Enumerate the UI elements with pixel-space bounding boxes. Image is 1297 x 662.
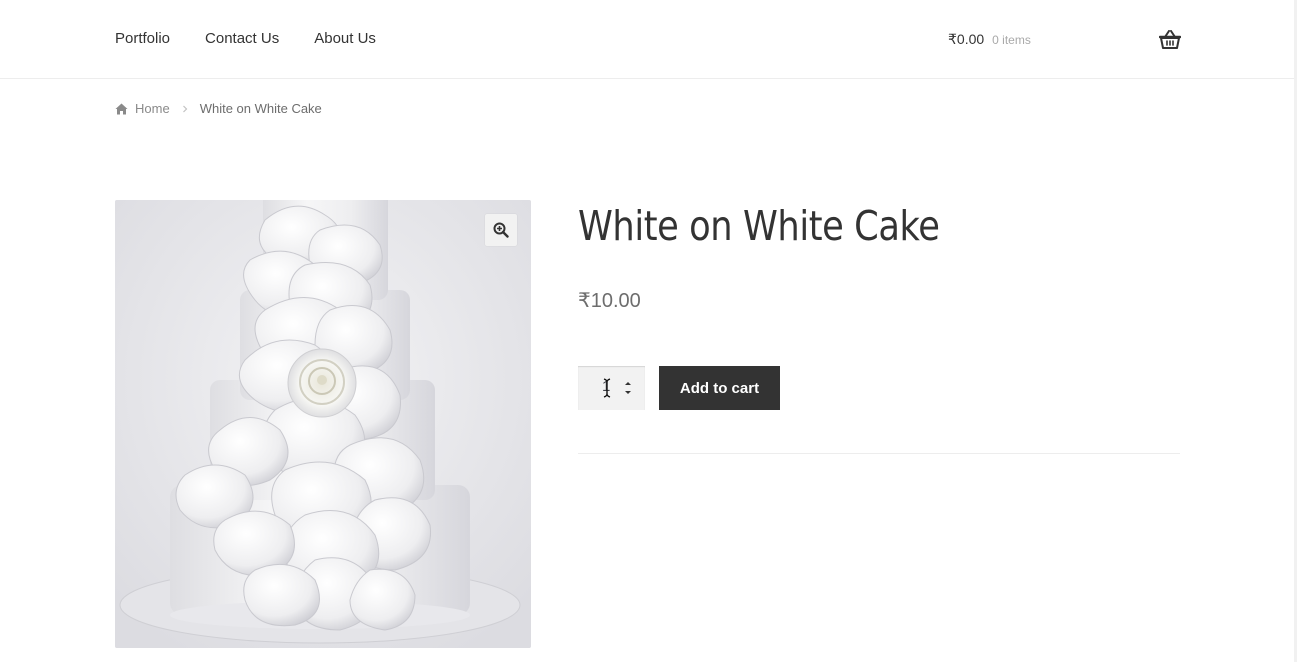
cart-item-count: 0 items [992, 33, 1031, 47]
breadcrumb: Home White on White Cake [115, 101, 322, 116]
product-title: White on White Cake [578, 202, 940, 250]
product-gallery[interactable] [115, 200, 531, 648]
site-header: Portfolio Contact Us About Us ₹0.00 0 it… [0, 0, 1297, 79]
breadcrumb-home-link[interactable]: Home [135, 101, 170, 116]
product-image[interactable] [115, 200, 531, 648]
nav-contact-us[interactable]: Contact Us [205, 30, 279, 47]
nav-about-us[interactable]: About Us [314, 30, 376, 47]
basket-icon[interactable] [1159, 30, 1181, 50]
cart-total: ₹0.00 [948, 31, 985, 47]
primary-navigation: Portfolio Contact Us About Us [115, 30, 376, 47]
chevron-right-icon [182, 105, 188, 112]
nav-portfolio[interactable]: Portfolio [115, 30, 170, 47]
quantity-stepper[interactable]: 1 [578, 366, 645, 410]
header-cart-link[interactable]: ₹0.00 0 items [948, 31, 1031, 48]
quantity-spinner-icon[interactable] [623, 378, 633, 398]
product-price: ₹10.00 [578, 290, 641, 312]
zoom-button[interactable] [485, 214, 517, 246]
summary-divider [578, 453, 1180, 454]
add-to-cart-button[interactable]: Add to cart [659, 366, 780, 410]
home-icon [115, 103, 128, 114]
zoom-in-icon [493, 222, 509, 238]
breadcrumb-current: White on White Cake [199, 101, 322, 116]
text-cursor-icon [603, 378, 611, 398]
